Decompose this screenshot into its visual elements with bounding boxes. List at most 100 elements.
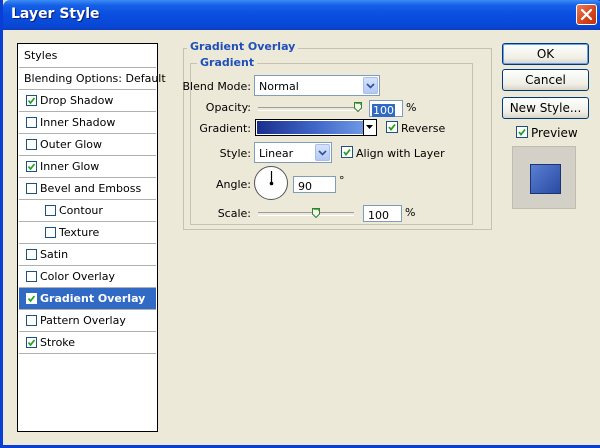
checkmark-icon xyxy=(388,123,396,131)
gradient-dropdown-button[interactable] xyxy=(363,120,376,135)
style-item-checkbox[interactable] xyxy=(45,205,56,216)
opacity-unit: % xyxy=(406,101,417,114)
close-icon xyxy=(580,8,593,21)
style-item-checkbox[interactable] xyxy=(26,315,37,326)
gradient-style-select[interactable]: Linear xyxy=(254,142,332,163)
style-item-inner-shadow[interactable]: Inner Shadow xyxy=(19,112,156,134)
scale-unit: % xyxy=(405,206,416,219)
window-title: Layer Style xyxy=(11,6,100,22)
title-bar[interactable]: Layer Style xyxy=(3,0,600,30)
style-item-inner-glow[interactable]: Inner Glow xyxy=(19,156,156,178)
styles-header[interactable]: Styles xyxy=(19,44,156,68)
opacity-slider-thumb[interactable] xyxy=(354,102,362,112)
style-item-drop-shadow[interactable]: Drop Shadow xyxy=(19,90,156,112)
scale-slider-thumb[interactable] xyxy=(311,208,320,218)
reverse-label[interactable]: Reverse xyxy=(401,122,445,135)
style-label: Style: xyxy=(219,147,251,160)
opacity-input[interactable]: 100 xyxy=(369,100,403,117)
align-with-layer-label[interactable]: Align with Layer xyxy=(356,147,445,160)
angle-dial[interactable] xyxy=(254,166,288,200)
style-item-checkbox[interactable] xyxy=(26,293,37,304)
blend-mode-label: Blend Mode: xyxy=(182,80,252,93)
new-style-button[interactable]: New Style... xyxy=(502,97,589,119)
scale-label: Scale: xyxy=(217,207,251,220)
layer-style-dialog: Layer Style Styles Blending Options: Def… xyxy=(0,0,600,448)
blend-mode-value: Normal xyxy=(259,80,299,93)
style-item-checkbox[interactable] xyxy=(26,183,37,194)
angle-value: 90 xyxy=(298,180,312,193)
styles-list: Styles Blending Options: Default Drop Sha… xyxy=(17,43,166,432)
style-item-label: Gradient Overlay xyxy=(40,292,146,305)
cancel-button[interactable]: Cancel xyxy=(502,69,589,91)
style-item-bevel-and-emboss[interactable]: Bevel and Emboss xyxy=(19,178,156,200)
style-item-label: Blending Options: Default xyxy=(24,72,166,85)
gradient-picker[interactable] xyxy=(255,119,377,136)
ok-button[interactable]: OK xyxy=(502,43,589,65)
style-item-label: Bevel and Emboss xyxy=(40,182,142,195)
checkmark-icon xyxy=(27,295,36,303)
gradient-preview[interactable] xyxy=(257,121,363,134)
style-item-gradient-overlay[interactable]: Gradient Overlay xyxy=(19,288,156,310)
style-item-stroke[interactable]: Stroke xyxy=(19,332,156,354)
style-item-texture[interactable]: Texture xyxy=(19,222,156,244)
style-item-label: Satin xyxy=(40,248,69,261)
style-item-checkbox[interactable] xyxy=(26,139,37,150)
style-item-outer-glow[interactable]: Outer Glow xyxy=(19,134,156,156)
style-item-label: Pattern Overlay xyxy=(40,314,126,327)
reverse-checkbox[interactable] xyxy=(386,121,398,133)
style-item-color-overlay[interactable]: Color Overlay xyxy=(19,266,156,288)
gradient-label: Gradient: xyxy=(199,122,251,135)
angle-needle-icon xyxy=(269,171,274,186)
checkmark-icon xyxy=(343,148,351,156)
style-item-label: Inner Shadow xyxy=(40,116,116,129)
style-item-pattern-overlay[interactable]: Pattern Overlay xyxy=(19,310,156,332)
style-item-checkbox[interactable] xyxy=(26,249,37,260)
angle-label: Angle: xyxy=(215,178,251,191)
blend-mode-dropdown-button[interactable] xyxy=(363,77,378,94)
opacity-slider-track[interactable] xyxy=(258,107,362,111)
style-item-checkbox[interactable] xyxy=(26,117,37,128)
style-item-label: Contour xyxy=(59,204,103,217)
style-item-label: Color Overlay xyxy=(40,270,115,283)
angle-input[interactable]: 90 xyxy=(293,176,336,193)
preview-checkbox[interactable] xyxy=(516,126,528,138)
checkmark-icon xyxy=(518,128,526,136)
close-button[interactable] xyxy=(576,4,597,25)
angle-unit: ° xyxy=(339,174,345,187)
chevron-down-icon xyxy=(366,82,375,89)
checkmark-icon xyxy=(27,339,36,347)
scale-value: 100 xyxy=(368,209,389,222)
chevron-down-icon xyxy=(318,149,327,156)
style-item-label: Stroke xyxy=(40,336,76,349)
gradient-overlay-title: Gradient Overlay xyxy=(187,40,299,53)
style-item-blending-options-default[interactable]: Blending Options: Default xyxy=(19,68,166,90)
style-item-label: Texture xyxy=(59,226,100,239)
style-item-checkbox[interactable] xyxy=(26,271,37,282)
style-item-label: Outer Glow xyxy=(40,138,103,151)
checkmark-icon xyxy=(27,97,36,105)
style-item-label: Drop Shadow xyxy=(40,94,114,107)
gradient-style-value: Linear xyxy=(259,147,294,160)
style-item-checkbox[interactable] xyxy=(26,161,37,172)
preview-swatch xyxy=(530,164,561,194)
align-with-layer-checkbox[interactable] xyxy=(341,146,353,158)
dialog-client: Styles Blending Options: Default Drop Sha… xyxy=(6,30,600,445)
style-item-contour[interactable]: Contour xyxy=(19,200,156,222)
chevron-down-icon xyxy=(366,125,373,129)
style-item-checkbox[interactable] xyxy=(45,227,56,238)
scale-input[interactable]: 100 xyxy=(363,205,402,222)
gradient-subgroup-title: Gradient xyxy=(197,56,258,69)
style-item-satin[interactable]: Satin xyxy=(19,244,156,266)
style-item-checkbox[interactable] xyxy=(26,337,37,348)
style-item-checkbox[interactable] xyxy=(26,95,37,106)
opacity-label: Opacity: xyxy=(205,101,251,114)
blend-mode-select[interactable]: Normal xyxy=(254,75,380,96)
checkmark-icon xyxy=(27,163,36,171)
gradient-style-dropdown-button[interactable] xyxy=(315,144,330,161)
style-item-label: Inner Glow xyxy=(40,160,100,173)
preview-thumbnail xyxy=(512,146,576,209)
styles-header-label: Styles xyxy=(24,49,58,62)
opacity-value: 100 xyxy=(372,104,395,117)
scale-slider-track[interactable] xyxy=(258,212,354,216)
preview-label[interactable]: Preview xyxy=(531,126,578,140)
